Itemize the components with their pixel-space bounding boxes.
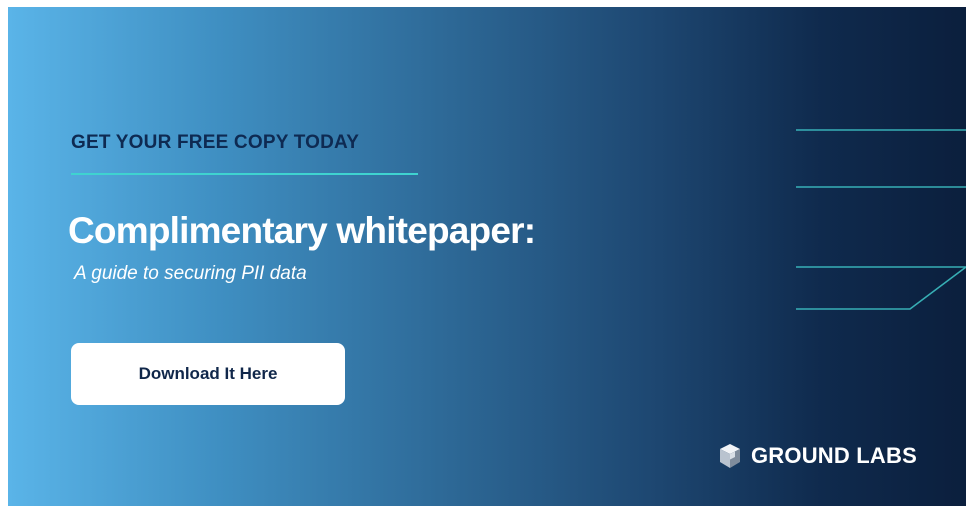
promo-banner: GET YOUR FREE COPY TODAY Complimentary w… [8,7,966,506]
ground-labs-logo-icon [720,444,740,468]
brand-lockup: GROUND LABS [718,441,917,471]
brand-name: GROUND LABS [751,443,917,468]
circuit-lines-decoration [796,129,966,310]
circuit-line [796,266,966,310]
